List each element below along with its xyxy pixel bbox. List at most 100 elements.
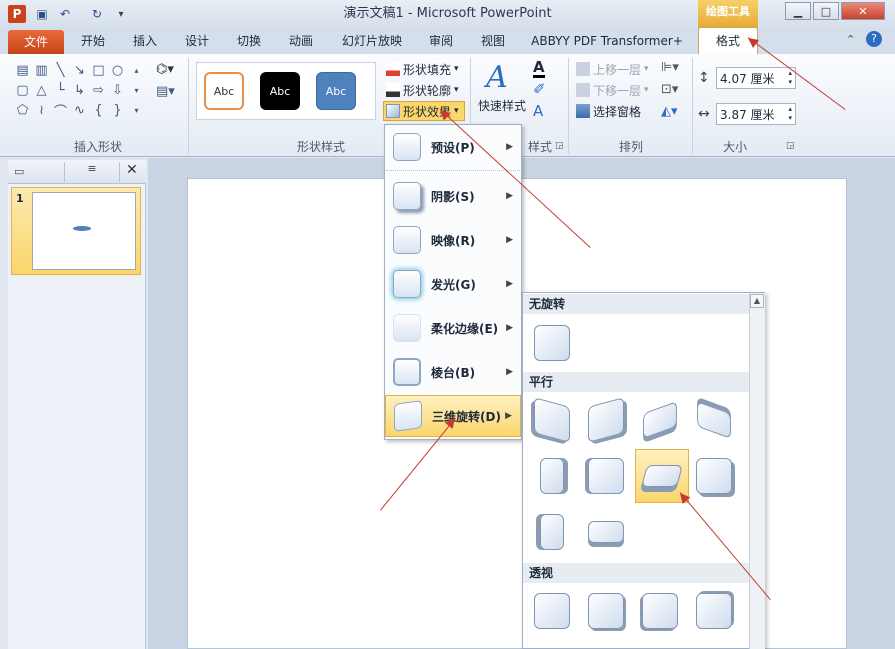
menu-item-soft-edges[interactable]: 柔化边缘(E) ▶ — [385, 307, 521, 349]
gallery-down-icon[interactable]: ▾ — [128, 82, 145, 99]
rotation-option-parallel-9[interactable] — [529, 509, 575, 555]
text-outline-icon[interactable]: ✐ — [533, 82, 546, 97]
right-brace-icon[interactable]: } — [109, 102, 126, 119]
glow-icon — [393, 270, 421, 298]
rotation-option-parallel-8[interactable] — [691, 453, 737, 499]
text-box-icon[interactable]: ▤ — [14, 62, 31, 79]
tab-slide-show[interactable]: 幻灯片放映 — [335, 28, 409, 54]
menu-item-preset[interactable]: 预设(P) ▶ — [385, 126, 521, 168]
rotation-option-parallel-4[interactable] — [691, 397, 737, 443]
arrow-line-icon[interactable]: ↘ — [71, 62, 88, 79]
group-icon[interactable]: ⊡▾ — [661, 82, 678, 97]
down-arrow-icon[interactable]: ⇩ — [109, 82, 126, 99]
oval-icon[interactable]: ○ — [109, 62, 126, 79]
selection-pane-button[interactable]: 选择窗格 — [576, 101, 641, 121]
selection-pane-icon — [576, 104, 590, 118]
elbow-arrow-icon[interactable]: ↳ — [71, 82, 88, 99]
edit-shape-icon[interactable]: ⌬▾ — [156, 62, 174, 77]
tab-home[interactable]: 开始 — [72, 28, 114, 54]
rotation-option-parallel-3[interactable] — [637, 397, 683, 443]
text-effects-icon[interactable]: A — [533, 104, 543, 119]
tab-view[interactable]: 视图 — [472, 28, 514, 54]
rectangle-icon[interactable]: □ — [90, 62, 107, 79]
rotate-icon[interactable]: ◭▾ — [661, 104, 678, 119]
shapes-gallery[interactable]: ▤ ▥ ╲ ↘ □ ○ ▴ ▢ △ └ ↳ ⇨ ⇩ ▾ ⬠ ≀ ⌒ ∿ { } … — [14, 62, 138, 120]
rotation-option-none[interactable] — [529, 320, 575, 366]
rounded-rectangle-icon[interactable]: ▢ — [14, 82, 31, 99]
send-backward-button[interactable]: 下移一层 ▾ — [576, 80, 649, 100]
thumbnail-shape — [73, 226, 91, 231]
powerpoint-app-icon[interactable]: P — [8, 5, 26, 23]
shape-fill-button[interactable]: 形状填充 ▾ — [386, 59, 459, 79]
minimize-button[interactable]: ▁ — [785, 2, 811, 20]
outline-tab-icon[interactable]: ≡ — [64, 162, 120, 182]
tab-insert[interactable]: 插入 — [124, 28, 166, 54]
rotation-option-perspective-4[interactable] — [691, 588, 737, 634]
customize-quick-access-icon[interactable]: ▾ — [112, 5, 130, 23]
undo-icon[interactable]: ↶ — [56, 5, 74, 23]
scribble-icon[interactable]: ≀ — [33, 102, 50, 119]
tab-transitions[interactable]: 切换 — [228, 28, 270, 54]
slides-tab-icon[interactable]: ▭ — [14, 165, 24, 178]
bring-forward-button[interactable]: 上移一层 ▾ — [576, 59, 649, 79]
close-button[interactable]: ✕ — [841, 2, 885, 20]
rotation-option-perspective-1[interactable] — [529, 588, 575, 634]
right-arrow-icon[interactable]: ⇨ — [90, 82, 107, 99]
redo-icon[interactable]: ↻ — [88, 5, 106, 23]
gallery-scrollbar[interactable] — [749, 293, 765, 649]
align-icon[interactable]: ⊫▾ — [661, 60, 679, 75]
save-icon[interactable]: ▣ — [33, 5, 51, 23]
text-fill-icon[interactable]: A — [533, 60, 545, 78]
menu-item-glow[interactable]: 发光(G) ▶ — [385, 263, 521, 305]
dialog-launcher-icon[interactable]: ◲ — [786, 141, 795, 151]
shape-effects-button[interactable]: 形状效果 ▾ — [383, 101, 465, 121]
gallery-up-icon[interactable]: ▴ — [128, 62, 145, 79]
style-sample-outline-orange[interactable]: Abc — [204, 72, 244, 110]
quick-styles-button[interactable]: 快速样式 — [478, 97, 526, 114]
rotation-option-parallel-2[interactable] — [583, 397, 629, 443]
freeform-icon[interactable]: ⬠ — [14, 102, 31, 119]
maximize-button[interactable]: □ — [813, 2, 839, 20]
elbow-connector-icon[interactable]: └ — [52, 82, 69, 99]
tab-design[interactable]: 设计 — [176, 28, 218, 54]
menu-item-reflection[interactable]: 映像(R) ▶ — [385, 219, 521, 261]
vertical-text-box-icon[interactable]: ▥ — [33, 62, 50, 79]
rotation-option-parallel-5[interactable] — [529, 453, 575, 499]
quick-styles-icon[interactable]: A — [486, 60, 508, 95]
line-icon[interactable]: ╲ — [52, 62, 69, 79]
text-box-insert-icon[interactable]: ▤▾ — [156, 84, 175, 99]
scroll-up-icon[interactable]: ▲ — [750, 294, 764, 308]
slide-thumbnail[interactable] — [32, 192, 136, 270]
menu-item-label: 发光(G) — [431, 277, 476, 292]
tab-animations[interactable]: 动画 — [280, 28, 322, 54]
rotation-option-perspective-2[interactable] — [583, 588, 629, 634]
rotation-option-parallel-10[interactable] — [583, 509, 629, 555]
rotation-option-perspective-3[interactable] — [637, 588, 683, 634]
dialog-launcher-icon[interactable]: ◲ — [555, 141, 564, 151]
spinner-icon[interactable]: ▴ ▾ — [788, 105, 792, 123]
rotation-preview-icon — [534, 325, 570, 361]
close-panel-icon[interactable]: ✕ — [126, 162, 138, 178]
dropdown-arrow-icon: ▾ — [454, 64, 459, 74]
shape-outline-button[interactable]: 形状轮廓 ▾ — [386, 80, 459, 100]
menu-item-shadow[interactable]: 阴影(S) ▶ — [385, 175, 521, 217]
tab-review[interactable]: 审阅 — [420, 28, 462, 54]
style-sample-blue[interactable]: Abc — [316, 72, 356, 110]
arc-icon[interactable]: ⌒ — [52, 102, 69, 120]
spinner-icon[interactable]: ▴ ▾ — [788, 69, 792, 87]
style-sample-black[interactable]: Abc — [260, 72, 300, 110]
shape-width-input[interactable]: 3.87 厘米 ▴ ▾ — [716, 103, 796, 125]
tab-file[interactable]: 文件 — [8, 30, 64, 54]
gallery-more-icon[interactable]: ▾ — [128, 102, 145, 119]
help-icon[interactable]: ? — [866, 31, 882, 47]
left-brace-icon[interactable]: { — [90, 102, 107, 119]
curve-icon[interactable]: ∿ — [71, 102, 88, 119]
triangle-icon[interactable]: △ — [33, 82, 50, 99]
tab-abbyy[interactable]: ABBYY PDF Transformer+ — [524, 28, 690, 54]
menu-item-bevel[interactable]: 棱台(B) ▶ — [385, 351, 521, 393]
minimize-ribbon-icon[interactable]: ⌃ — [846, 33, 855, 46]
shape-height-input[interactable]: 4.07 厘米 ▴ ▾ — [716, 67, 796, 89]
rotation-option-parallel-1[interactable] — [529, 397, 575, 443]
rotation-option-parallel-6[interactable] — [583, 453, 629, 499]
dropdown-arrow-icon: ▾ — [644, 64, 649, 74]
